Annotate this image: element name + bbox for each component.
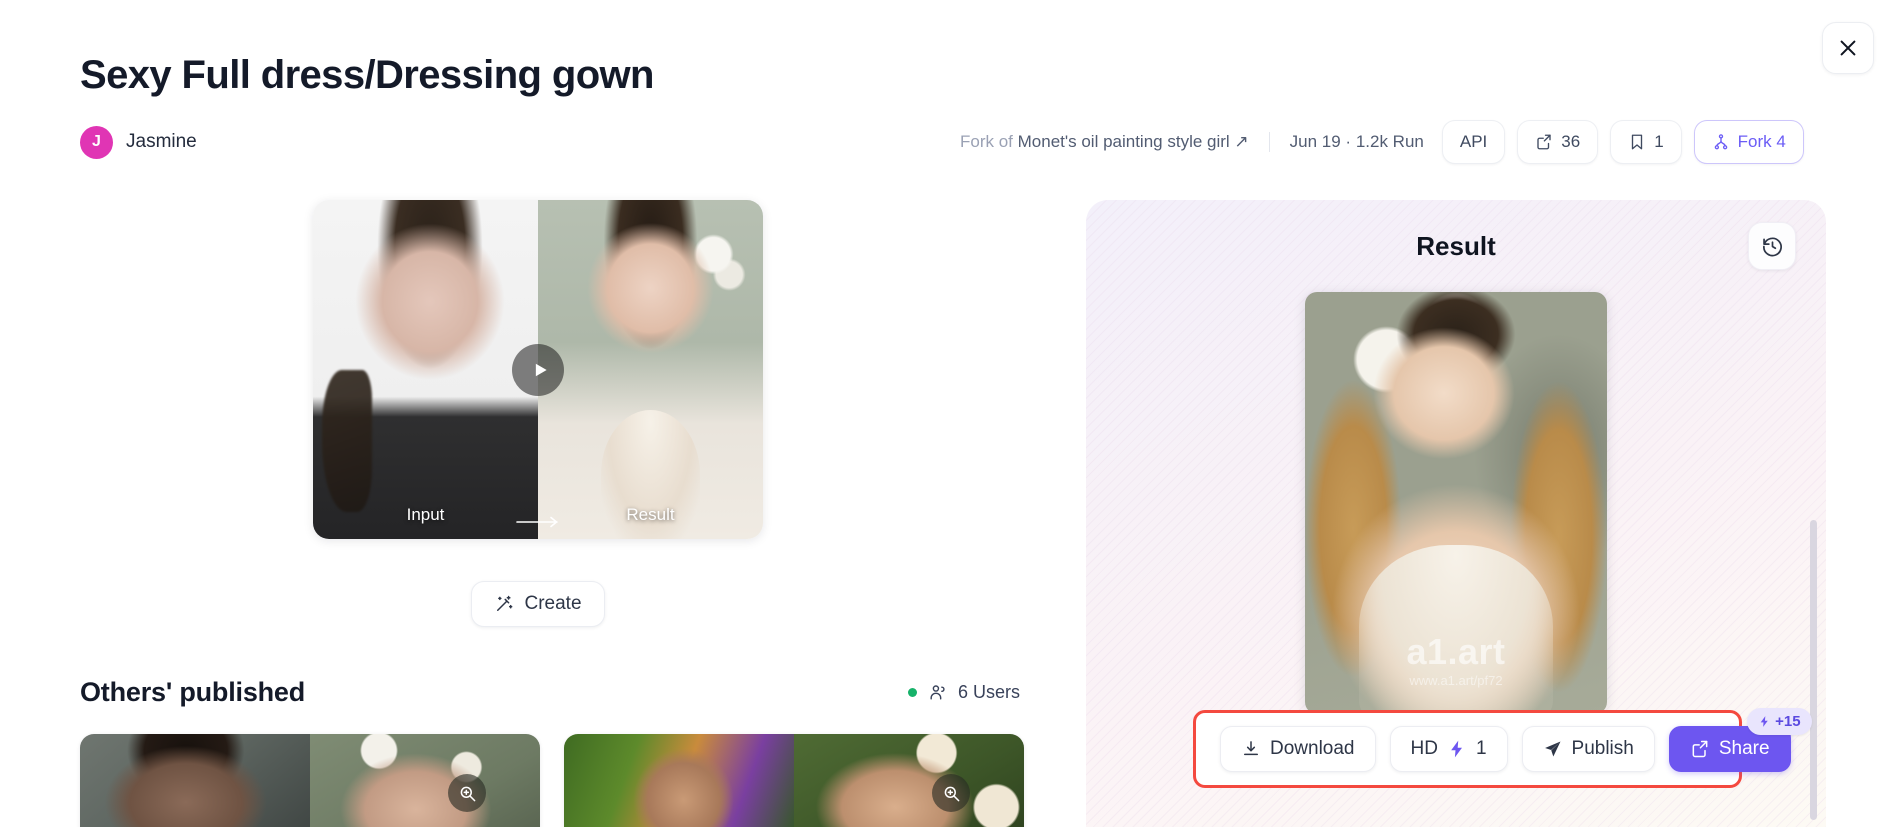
users-icon <box>930 685 945 700</box>
bookmark-icon <box>1632 134 1643 150</box>
history-icon <box>1762 237 1782 256</box>
gallery-after-image <box>310 734 540 827</box>
hd-cost: 1 <box>1475 738 1487 759</box>
history-button[interactable] <box>1748 222 1796 270</box>
meta-row: J Jasmine Fork of Monet's oil painting s… <box>80 120 1804 164</box>
published-gallery <box>80 734 1026 827</box>
share-count-button[interactable]: 36 <box>1517 120 1599 164</box>
play-icon <box>535 363 547 376</box>
hd-label: HD <box>1410 738 1438 759</box>
fork-icon <box>1714 134 1727 150</box>
create-label: Create <box>524 593 582 614</box>
publish-label: Publish <box>1571 738 1634 759</box>
others-header: Others' published 6 Users <box>80 677 1026 708</box>
others-published-section: Others' published 6 Users <box>80 677 1026 827</box>
share-label: Share <box>1718 738 1770 759</box>
download-label: Download <box>1270 738 1355 759</box>
zoom-in-icon <box>944 786 959 801</box>
left-column: Sexy Full dress/Dressing gown J Jasmine … <box>0 0 1804 827</box>
send-icon <box>1544 741 1561 757</box>
share-credit-value: +15 <box>1775 713 1801 730</box>
gallery-before-image <box>80 734 310 827</box>
gallery-after-image <box>794 734 1024 827</box>
fork-of: Fork of Monet's oil painting style girl … <box>960 132 1249 152</box>
date-runs: Jun 19 · 1.2k Run <box>1289 132 1424 151</box>
fork-of-prefix: Fork of <box>960 132 1018 151</box>
bookmark-button[interactable]: 1 <box>1610 120 1682 164</box>
play-button[interactable] <box>512 343 564 396</box>
download-icon <box>1244 741 1258 756</box>
modal-page: Sexy Full dress/Dressing gown J Jasmine … <box>0 0 1898 827</box>
author[interactable]: J Jasmine <box>80 125 197 159</box>
fork-source-link[interactable]: Monet's oil painting style girl ↗ <box>1018 132 1249 151</box>
online-status-dot <box>907 688 917 697</box>
others-title: Others' published <box>80 677 306 707</box>
result-action-bar: Download HD 1 Publish Share +15 <box>1193 708 1812 788</box>
bolt-icon <box>1760 716 1768 727</box>
preview-section: Input Result Create <box>80 200 996 627</box>
fork-label: Fork 4 <box>1737 132 1786 151</box>
before-after-preview[interactable]: Input Result <box>313 200 763 539</box>
hd-button[interactable]: HD 1 <box>1389 726 1508 772</box>
api-label: API <box>1459 132 1488 151</box>
api-button[interactable]: API <box>1441 120 1506 164</box>
gallery-card[interactable] <box>80 734 540 827</box>
panel-scrollbar[interactable] <box>1810 520 1817 820</box>
preview-result-image <box>538 200 763 539</box>
avatar: J <box>80 125 113 159</box>
magic-wand-icon <box>497 595 513 611</box>
result-header: Result <box>1086 200 1826 292</box>
result-title: Result <box>1416 230 1496 261</box>
share-count-label: 36 <box>1561 132 1581 151</box>
close-button[interactable] <box>1822 22 1874 74</box>
share-icon <box>1537 134 1551 150</box>
zoom-in-icon <box>460 786 475 801</box>
gallery-before-image <box>564 734 794 827</box>
gallery-zoom-button[interactable] <box>932 774 970 812</box>
publish-button[interactable]: Publish <box>1521 726 1655 772</box>
create-button[interactable]: Create <box>471 581 605 627</box>
meta-divider <box>1268 132 1270 152</box>
page-title: Sexy Full dress/Dressing gown <box>80 53 654 97</box>
result-image-wrap: a1.art www.a1.art/pf72 <box>1086 292 1826 714</box>
users-count: 6 Users <box>957 682 1020 702</box>
preview-input-image <box>313 200 538 539</box>
bookmark-count-label: 1 <box>1654 132 1664 151</box>
fork-button[interactable]: Fork 4 <box>1693 120 1804 164</box>
download-button[interactable]: Download <box>1220 726 1376 772</box>
share-credit-badge: +15 <box>1747 708 1812 735</box>
bolt-icon <box>1451 740 1462 758</box>
share-icon <box>1692 740 1708 758</box>
close-icon <box>1840 40 1856 56</box>
gallery-zoom-button[interactable] <box>448 774 486 812</box>
result-image-subject <box>1359 545 1553 714</box>
share-button[interactable]: Share +15 <box>1668 708 1812 772</box>
author-name: Jasmine <box>126 131 197 152</box>
result-image[interactable]: a1.art www.a1.art/pf72 <box>1305 292 1607 714</box>
gallery-card[interactable] <box>564 734 1024 827</box>
users-badge: 6 Users <box>907 682 1020 703</box>
meta-right: Fork of Monet's oil painting style girl … <box>960 120 1804 164</box>
